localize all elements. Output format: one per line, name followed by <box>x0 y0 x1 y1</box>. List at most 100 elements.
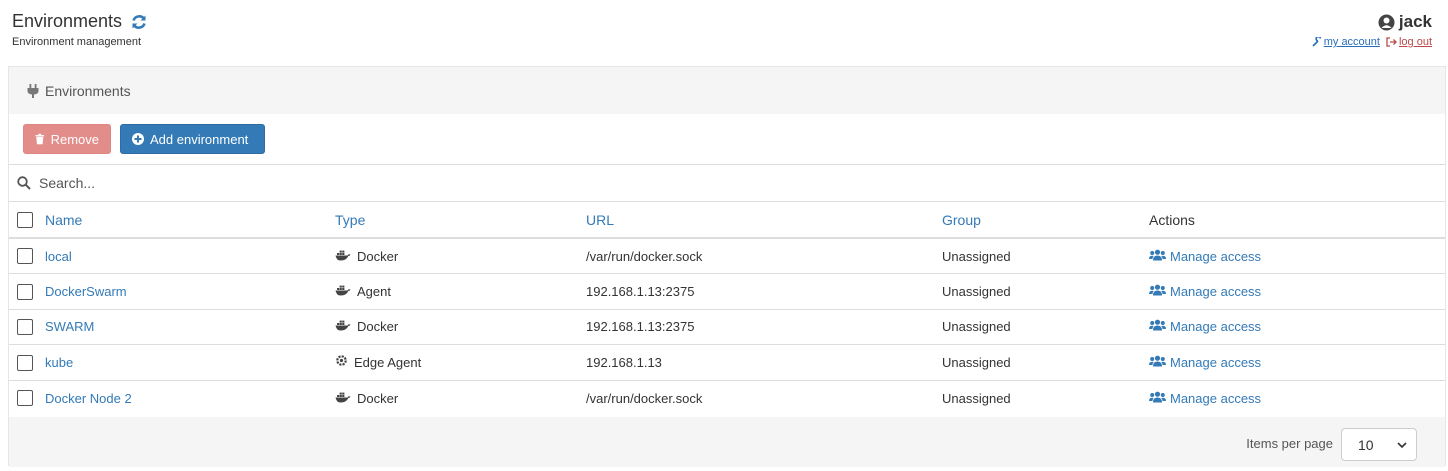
row-checkbox[interactable] <box>17 248 33 265</box>
table-footer: Items per page 10 <box>9 417 1445 467</box>
environment-name-link[interactable]: DockerSwarm <box>45 273 335 309</box>
table-row: SWARM Docker 192.168.1.13:2375 Unassigned Ma… <box>9 308 1445 345</box>
row-checkbox-cell <box>9 237 45 274</box>
users-icon <box>1149 284 1166 299</box>
environment-name-link[interactable]: SWARM <box>45 308 335 345</box>
log-out-label: log out <box>1398 36 1432 48</box>
manage-access-label: Manage access <box>1170 319 1262 335</box>
manage-access-link[interactable]: Manage access <box>1149 249 1261 264</box>
users-icon <box>1149 355 1166 370</box>
url-cell: 192.168.1.13:2375 <box>586 273 942 309</box>
chevron-down-icon <box>1397 442 1407 449</box>
type-cell: Docker <box>335 379 586 416</box>
refresh-icon[interactable] <box>130 13 148 31</box>
type-label: Docker <box>357 390 399 406</box>
column-header-type[interactable]: Type <box>335 202 586 239</box>
page-title: Environments <box>12 11 148 32</box>
column-header-url[interactable]: URL <box>586 202 942 239</box>
items-per-page-value: 10 <box>1358 436 1374 453</box>
wrench-icon <box>1312 37 1322 47</box>
my-account-label: my account <box>1323 36 1380 48</box>
users-icon <box>1149 249 1166 264</box>
url-cell: /var/run/docker.sock <box>586 237 942 274</box>
manage-access-label: Manage access <box>1170 390 1262 406</box>
environment-name-link[interactable]: kube <box>45 344 335 380</box>
user-menu: jack <box>1378 12 1432 32</box>
group-cell: Unassigned <box>942 379 1149 416</box>
column-header-name[interactable]: Name <box>45 202 335 239</box>
type-label: Edge Agent <box>354 354 422 370</box>
group-cell: Unassigned <box>942 308 1149 345</box>
url-cell: 192.168.1.13:2375 <box>586 308 942 345</box>
environments-widget: Environments Remove Add environment Name… <box>8 66 1446 467</box>
manage-access-label: Manage access <box>1170 354 1262 370</box>
items-per-page-select[interactable]: 10 <box>1341 428 1417 461</box>
actions-cell: Manage access <box>1149 379 1445 416</box>
widget-header: Environments <box>9 67 1445 114</box>
remove-label: Remove <box>50 131 99 147</box>
plus-circle-icon <box>132 133 144 145</box>
toolbar: Remove Add environment <box>23 124 265 154</box>
actions-cell: Manage access <box>1149 237 1445 274</box>
my-account-link[interactable]: my account <box>1312 36 1380 48</box>
table-row: kube Edge Agent 192.168.1.13 Unassigned Mana… <box>9 344 1445 380</box>
add-environment-label: Add environment <box>150 131 249 147</box>
trash-icon <box>35 133 45 145</box>
page-title-text: Environments <box>12 11 123 31</box>
user-links: my account log out <box>1312 36 1432 48</box>
environment-name-link[interactable]: Docker Node 2 <box>45 379 335 416</box>
table-row: DockerSwarm Agent 192.168.1.13:2375 Unassig… <box>9 273 1445 309</box>
type-cell: Docker <box>335 237 586 274</box>
row-checkbox[interactable] <box>17 319 33 336</box>
search-icon <box>17 176 31 190</box>
row-checkbox-cell <box>9 308 45 345</box>
select-all-checkbox[interactable] <box>17 212 33 229</box>
manage-access-label: Manage access <box>1170 248 1262 264</box>
column-header-group[interactable]: Group <box>942 202 1149 239</box>
group-cell: Unassigned <box>942 237 1149 274</box>
column-header-actions: Actions <box>1149 202 1445 239</box>
type-cell: Docker <box>335 308 586 345</box>
manage-access-link[interactable]: Manage access <box>1149 355 1261 370</box>
type-cell: Agent <box>335 273 586 309</box>
url-cell: 192.168.1.13 <box>586 344 942 380</box>
docker-icon <box>335 391 351 406</box>
widget-body: Remove Add environment Name Type URL Gro… <box>9 114 1445 417</box>
username: jack <box>1398 12 1432 31</box>
page-header: Environments Environment management jack… <box>0 0 1448 52</box>
manage-access-link[interactable]: Manage access <box>1149 319 1261 334</box>
remove-button[interactable]: Remove <box>23 124 111 154</box>
row-checkbox[interactable] <box>17 283 33 300</box>
environment-name-link[interactable]: local <box>45 237 335 274</box>
search-bar <box>9 164 1445 202</box>
manage-access-label: Manage access <box>1170 283 1262 299</box>
manage-access-link[interactable]: Manage access <box>1149 391 1261 406</box>
row-checkbox[interactable] <box>17 354 33 371</box>
row-checkbox-cell <box>9 273 45 309</box>
log-out-link[interactable]: log out <box>1386 36 1432 48</box>
docker-icon <box>335 249 351 264</box>
add-environment-button[interactable]: Add environment <box>120 124 265 154</box>
widget-title: Environments <box>45 82 131 99</box>
table-header-row: Name Type URL Group Actions <box>9 202 1445 239</box>
environments-table: Name Type URL Group Actions local Docker /… <box>9 202 1445 416</box>
group-cell: Unassigned <box>942 344 1149 380</box>
search-input[interactable] <box>39 175 639 191</box>
type-label: Docker <box>357 319 399 335</box>
row-checkbox[interactable] <box>17 390 33 407</box>
plug-icon <box>27 83 39 98</box>
manage-access-link[interactable]: Manage access <box>1149 284 1261 299</box>
users-icon <box>1149 319 1166 334</box>
actions-cell: Manage access <box>1149 308 1445 345</box>
row-checkbox-cell <box>9 344 45 380</box>
docker-icon <box>335 319 351 334</box>
sign-out-icon <box>1386 37 1397 47</box>
type-cell: Edge Agent <box>335 344 586 380</box>
items-per-page-label: Items per page <box>1246 436 1333 451</box>
actions-cell: Manage access <box>1149 273 1445 309</box>
users-icon <box>1149 391 1166 406</box>
type-label: Agent <box>357 283 391 299</box>
select-all-cell <box>9 202 45 239</box>
docker-icon <box>335 284 351 299</box>
user-circle-icon <box>1378 14 1395 31</box>
